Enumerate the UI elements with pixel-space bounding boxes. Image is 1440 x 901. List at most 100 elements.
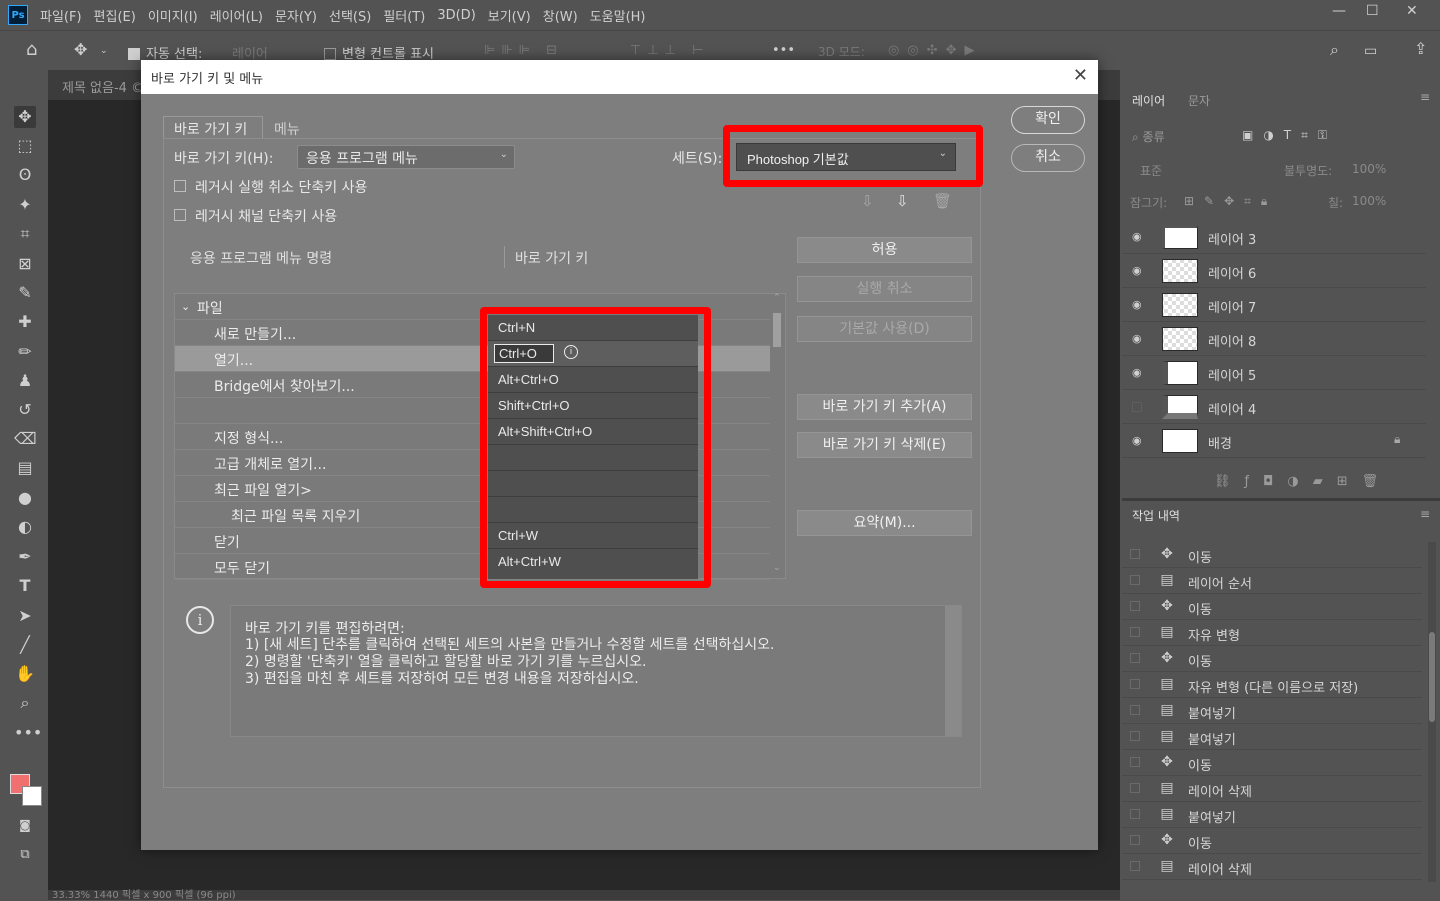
3d-tools-icons[interactable]: ◎◎✣✥▶ bbox=[888, 43, 982, 58]
new-set-icon[interactable]: ⇩ bbox=[896, 192, 909, 210]
close-app-button[interactable]: ✕ bbox=[1406, 3, 1418, 19]
menu-edit[interactable]: 편집(E) bbox=[94, 6, 136, 25]
visibility-eye-icon[interactable]: ◉ bbox=[1132, 264, 1146, 278]
zoom-tool-icon[interactable]: ⌕ bbox=[14, 692, 36, 714]
history-checkbox[interactable] bbox=[1130, 809, 1140, 819]
minimize-button[interactable]: — bbox=[1332, 3, 1346, 19]
tab-text[interactable]: 문자 bbox=[1188, 92, 1210, 109]
history-item[interactable]: ▤ 레이어 삭제 bbox=[1122, 776, 1422, 802]
lasso-tool-icon[interactable]: ʘ bbox=[14, 164, 36, 186]
accept-button[interactable]: 허용 bbox=[797, 237, 972, 263]
shortcuts-for-select[interactable]: 응용 프로그램 메뉴 ⌄ bbox=[297, 145, 515, 169]
visibility-eye-icon[interactable]: ◉ bbox=[1132, 434, 1146, 448]
history-checkbox[interactable] bbox=[1130, 601, 1140, 611]
menu-window[interactable]: 창(W) bbox=[543, 6, 578, 25]
document-tab[interactable]: 제목 없음-4 © bbox=[62, 77, 144, 96]
healing-brush-icon[interactable]: ✚ bbox=[14, 311, 36, 333]
history-checkbox[interactable] bbox=[1130, 861, 1140, 871]
use-default-button[interactable]: 기본값 사용(D) bbox=[797, 316, 972, 342]
panel-menu-icon[interactable]: ≡ bbox=[1420, 90, 1430, 104]
opacity-field[interactable]: 100% bbox=[1352, 162, 1386, 176]
visibility-eye-icon[interactable]: ◉ bbox=[1132, 298, 1146, 312]
history-item[interactable]: ✥ 이동 bbox=[1122, 750, 1422, 776]
shortcut-cell[interactable]: Alt+Ctrl+W bbox=[488, 549, 698, 575]
hand-tool-icon[interactable]: ✋ bbox=[14, 663, 36, 685]
info-scrollbar[interactable] bbox=[945, 606, 961, 736]
line-tool-icon[interactable]: ╱ bbox=[14, 634, 36, 656]
menu-3d[interactable]: 3D(D) bbox=[437, 8, 475, 23]
history-scrollbar[interactable] bbox=[1428, 542, 1436, 882]
layer-row[interactable]: ◉ 배경 🔒︎ bbox=[1122, 424, 1426, 458]
dodge-tool-icon[interactable]: ◐ bbox=[14, 516, 36, 538]
history-item[interactable]: ▤ 붙여넣기 bbox=[1122, 698, 1422, 724]
lock-icons[interactable]: ⊞✎✥⌗🔒︎ bbox=[1184, 194, 1277, 209]
history-item[interactable]: ✥ 이동 bbox=[1122, 646, 1422, 672]
legacy-undo-checkbox[interactable] bbox=[174, 180, 186, 192]
history-item[interactable]: ▤ 자유 변형 bbox=[1122, 620, 1422, 646]
undo-button[interactable]: 실행 취소 bbox=[797, 276, 972, 302]
list-scrollbar[interactable]: ⌃ ⌄ bbox=[770, 293, 784, 577]
layer-filter-icons[interactable]: ▣◑T⌗⚿ bbox=[1242, 128, 1337, 143]
shortcut-cell[interactable]: Shift+Ctrl+O bbox=[488, 393, 698, 419]
menu-file[interactable]: 파일(F) bbox=[40, 6, 82, 25]
history-item[interactable]: ▤ 레이어 순서 bbox=[1122, 568, 1422, 594]
frame-tool-icon[interactable]: ⊠ bbox=[14, 253, 36, 275]
chevron-down-icon[interactable]: ⌄ bbox=[181, 300, 190, 313]
visibility-eye-icon[interactable]: ◉ bbox=[1132, 366, 1146, 380]
info-icon[interactable]: i bbox=[564, 345, 578, 359]
add-shortcut-button[interactable]: 바로 가기 키 추가(A) bbox=[797, 394, 972, 420]
history-checkbox[interactable] bbox=[1130, 627, 1140, 637]
scroll-up-icon[interactable]: ⌃ bbox=[773, 293, 781, 303]
scroll-down-icon[interactable]: ⌄ bbox=[773, 563, 781, 573]
menu-type[interactable]: 문자(Y) bbox=[275, 6, 317, 25]
menu-layer[interactable]: 레이어(L) bbox=[210, 6, 263, 25]
tab-layers[interactable]: 레이어 bbox=[1132, 92, 1165, 109]
history-checkbox[interactable] bbox=[1130, 835, 1140, 845]
history-checkbox[interactable] bbox=[1130, 731, 1140, 741]
layer-row[interactable]: ◉ 레이어 3 bbox=[1122, 220, 1426, 254]
scrollbar-thumb[interactable] bbox=[1429, 632, 1435, 722]
visibility-eye-off-icon[interactable] bbox=[1132, 402, 1142, 412]
history-item[interactable]: ✥ 이동 bbox=[1122, 828, 1422, 854]
menu-help[interactable]: 도움말(H) bbox=[590, 6, 646, 25]
layer-row[interactable]: 레이어 4 bbox=[1122, 390, 1426, 424]
path-select-icon[interactable]: ➤ bbox=[14, 605, 36, 627]
history-checkbox[interactable] bbox=[1130, 705, 1140, 715]
quick-mask-icon[interactable]: ◙ bbox=[14, 814, 36, 836]
history-item[interactable]: ▤ 레이어 삭제 bbox=[1122, 854, 1422, 880]
history-checkbox[interactable] bbox=[1130, 757, 1140, 767]
layer-row[interactable]: ◉ 레이어 6 bbox=[1122, 254, 1426, 288]
shortcut-cell[interactable] bbox=[488, 471, 698, 497]
move-tool-icon[interactable]: ✥ bbox=[14, 106, 36, 128]
screen-mode-icon[interactable]: ⧉ bbox=[14, 844, 36, 866]
shortcut-cell[interactable] bbox=[488, 445, 698, 471]
save-set-icon[interactable]: ⇩ bbox=[861, 192, 874, 210]
layer-row[interactable]: ◉ 레이어 7 bbox=[1122, 288, 1426, 322]
tab-shortcuts[interactable]: 바로 가기 키 bbox=[174, 119, 247, 139]
menu-view[interactable]: 보기(V) bbox=[488, 6, 531, 25]
menu-image[interactable]: 이미지(I) bbox=[148, 6, 198, 25]
cancel-button[interactable]: 취소 bbox=[1011, 144, 1085, 172]
workspace-icon[interactable]: ▭ bbox=[1364, 43, 1377, 59]
history-checkbox[interactable] bbox=[1130, 679, 1140, 689]
brush-tool-icon[interactable]: ✏ bbox=[14, 341, 36, 363]
history-item[interactable]: ▤ 붙여넣기 bbox=[1122, 724, 1422, 750]
history-menu-icon[interactable]: ≡ bbox=[1420, 507, 1430, 521]
stamp-tool-icon[interactable]: ♟ bbox=[14, 370, 36, 392]
history-item[interactable]: ✥ 이동 bbox=[1122, 542, 1422, 568]
visibility-eye-icon[interactable]: ◉ bbox=[1132, 332, 1146, 346]
menu-select[interactable]: 선택(S) bbox=[329, 6, 371, 25]
set-select[interactable]: Photoshop 기본값 ⌄ bbox=[736, 143, 956, 171]
delete-shortcut-button[interactable]: 바로 가기 키 삭제(E) bbox=[797, 432, 972, 458]
search-icon[interactable]: ⌕ bbox=[1330, 40, 1339, 60]
delete-set-icon[interactable]: 🗑︎ bbox=[933, 192, 952, 210]
blur-tool-icon[interactable]: ● bbox=[14, 487, 36, 509]
background-color-swatch[interactable] bbox=[22, 786, 42, 806]
blend-mode-select[interactable]: 표준 bbox=[1140, 162, 1162, 179]
history-checkbox[interactable] bbox=[1130, 575, 1140, 585]
fill-field[interactable]: 100% bbox=[1352, 194, 1386, 208]
history-checkbox[interactable] bbox=[1130, 783, 1140, 793]
chevron-down-icon[interactable]: ⌄ bbox=[100, 46, 108, 56]
history-brush-icon[interactable]: ↺ bbox=[14, 399, 36, 421]
legacy-channel-checkbox[interactable] bbox=[174, 209, 186, 221]
